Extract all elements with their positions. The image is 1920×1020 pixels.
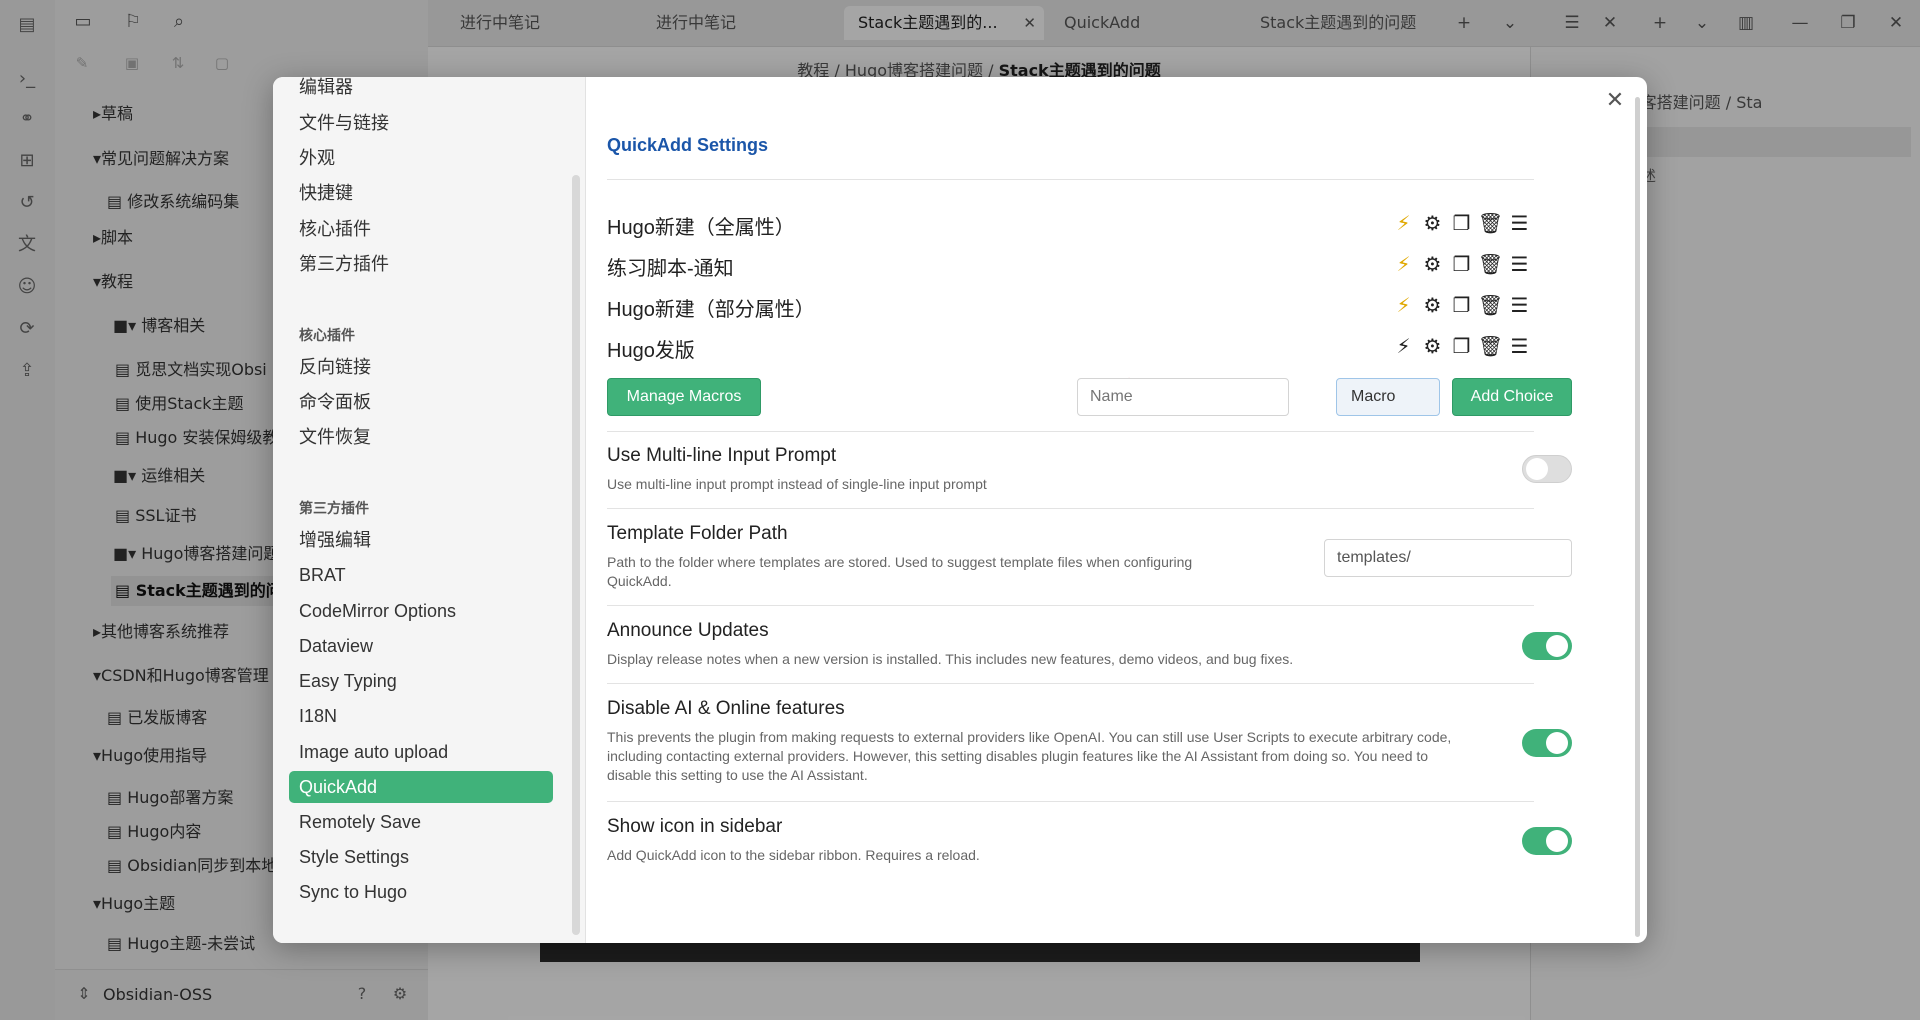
choice-name: Hugo新建（部分属性） [607,299,815,321]
page-title: QuickAdd Settings [607,135,769,155]
drag-handle-icon[interactable]: ☰ [1505,252,1534,276]
choice-row: Hugo发版 ⚡ ⚙ ❐ 🗑 ☰ [607,330,1534,364]
trash-icon[interactable]: 🗑 [1476,334,1505,358]
duplicate-icon[interactable]: ❐ [1447,252,1476,276]
toggle-knob [1526,458,1548,480]
divider [607,508,1534,509]
setting-name: Show icon in sidebar [607,816,783,837]
nav-section-header: 第三方插件 [299,501,369,517]
duplicate-icon[interactable]: ❐ [1447,293,1476,317]
nav-item[interactable]: I18N [289,700,553,732]
choice-actions: ⚡ ⚙ ❐ 🗑 ☰ [1389,293,1534,319]
divider [607,683,1534,684]
lightning-icon[interactable]: ⚡ [1389,252,1418,276]
duplicate-icon[interactable]: ❐ [1447,334,1476,358]
setting-description: Add QuickAdd icon to the sidebar ribbon.… [607,847,980,863]
nav-item[interactable]: 增强编辑 [289,524,553,556]
nav-item-active[interactable]: QuickAdd [289,771,553,803]
choice-actions: ⚡ ⚙ ❐ 🗑 ☰ [1389,252,1534,278]
nav-item[interactable]: Easy Typing [289,665,553,697]
gear-icon[interactable]: ⚙ [1418,293,1447,317]
drag-handle-icon[interactable]: ☰ [1505,211,1534,235]
setting-description: Use multi-line input prompt instead of s… [607,476,987,492]
trash-icon[interactable]: 🗑 [1476,293,1505,317]
trash-icon[interactable]: 🗑 [1476,252,1505,276]
nav-item[interactable]: Sync to Hugo [289,876,553,908]
nav-item[interactable]: 核心插件 [289,213,553,245]
divider [607,605,1534,606]
toggle-knob [1546,635,1568,657]
setting-multiline: Use Multi-line Input Prompt Use multi-li… [607,445,1534,494]
nav-item[interactable]: Image auto upload [289,736,553,768]
setting-name: Use Multi-line Input Prompt [607,445,837,466]
template-folder-input[interactable] [1324,539,1572,577]
settings-nav: 编辑器 文件与链接 外观 快捷键 核心插件 第三方插件 核心插件 反向链接 命令… [273,77,586,943]
divider [607,801,1534,802]
setting-description: Display release notes when a new version… [607,651,1294,667]
toggle-knob [1546,732,1568,754]
choice-row: 练习脚本-通知 ⚡ ⚙ ❐ 🗑 ☰ [607,248,1534,282]
choice-name: Hugo新建（全属性） [607,217,795,239]
nav-section-header: 核心插件 [299,328,355,344]
toggle-knob [1546,830,1568,852]
nav-item[interactable]: 快捷键 [289,177,553,209]
announce-updates-toggle[interactable] [1522,632,1572,660]
nav-item[interactable]: 命令面板 [289,386,553,418]
choice-type-select[interactable]: Macro [1336,378,1440,416]
sidebar-icon-toggle[interactable] [1522,827,1572,855]
content-scrollbar[interactable] [1635,97,1640,937]
choice-actions: ⚡ ⚙ ❐ 🗑 ☰ [1389,334,1534,360]
setting-announce-updates: Announce Updates Display release notes w… [607,620,1534,669]
nav-item[interactable]: BRAT [289,559,553,591]
drag-handle-icon[interactable]: ☰ [1505,293,1534,317]
nav-item[interactable]: 反向链接 [289,351,553,383]
setting-sidebar-icon: Show icon in sidebar Add QuickAdd icon t… [607,816,1534,865]
setting-description: This prevents the plugin from making req… [607,729,1452,783]
manage-macros-button[interactable]: Manage Macros [607,378,761,416]
nav-item[interactable]: Style Settings [289,841,553,873]
nav-item[interactable]: CodeMirror Options [289,595,553,627]
nav-item[interactable]: 外观 [289,142,553,174]
drag-handle-icon[interactable]: ☰ [1505,334,1534,358]
settings-modal: 编辑器 文件与链接 外观 快捷键 核心插件 第三方插件 核心插件 反向链接 命令… [273,77,1647,943]
nav-item[interactable]: Dataview [289,630,553,662]
trash-icon[interactable]: 🗑 [1476,211,1505,235]
setting-name: Disable AI & Online features [607,698,845,719]
gear-icon[interactable]: ⚙ [1418,252,1447,276]
setting-name: Announce Updates [607,620,769,641]
nav-item[interactable]: 编辑器 [289,77,553,103]
gear-icon[interactable]: ⚙ [1418,334,1447,358]
choice-actions: ⚡ ⚙ ❐ 🗑 ☰ [1389,211,1534,237]
choice-name-input[interactable] [1077,378,1289,416]
nav-item[interactable]: 文件恢复 [289,421,553,453]
lightning-icon[interactable]: ⚡ [1389,334,1418,358]
divider [607,179,1534,180]
duplicate-icon[interactable]: ❐ [1447,211,1476,235]
add-choice-button[interactable]: Add Choice [1452,378,1572,416]
lightning-icon[interactable]: ⚡ [1389,293,1418,317]
setting-description: Path to the folder where templates are s… [607,554,1193,589]
choice-row: Hugo新建（全属性） ⚡ ⚙ ❐ 🗑 ☰ [607,207,1534,241]
nav-item[interactable]: 文件与链接 [289,107,553,139]
choice-row: Hugo新建（部分属性） ⚡ ⚙ ❐ 🗑 ☰ [607,289,1534,323]
close-icon[interactable]: ✕ [1601,87,1629,115]
choice-name: Hugo发版 [607,340,695,362]
multiline-toggle[interactable] [1522,455,1572,483]
disable-ai-toggle[interactable] [1522,729,1572,757]
lightning-icon[interactable]: ⚡ [1389,211,1418,235]
setting-disable-ai: Disable AI & Online features This preven… [607,698,1534,785]
nav-scrollbar[interactable] [572,175,580,935]
choice-name: 练习脚本-通知 [607,258,734,280]
nav-item[interactable]: Remotely Save [289,806,553,838]
divider [607,431,1534,432]
gear-icon[interactable]: ⚙ [1418,211,1447,235]
nav-item[interactable]: 第三方插件 [289,248,553,280]
